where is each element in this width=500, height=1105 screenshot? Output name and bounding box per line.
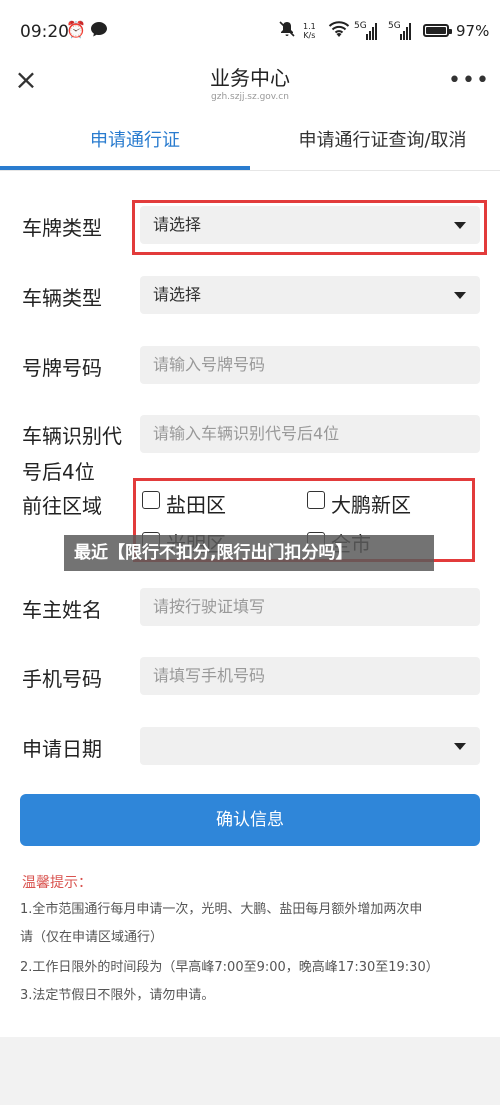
tab-bar: 申请通行证 申请通行证查询/取消 — [0, 112, 500, 171]
vehicle-type-label: 车辆类型 — [22, 286, 102, 310]
battery-icon — [423, 24, 452, 37]
app-header: × 业务中心 gzh.szjj.sz.gov.cn ••• — [0, 60, 500, 112]
confirm-button[interactable]: 确认信息 — [20, 794, 480, 846]
phone-input[interactable]: 请填写手机号码 — [140, 657, 480, 695]
vin-input[interactable]: 请输入车辆识别代号后4位 — [140, 415, 480, 453]
owner-name-label: 车主姓名 — [22, 598, 102, 622]
vehicle-type-select[interactable]: 请选择 — [140, 276, 480, 314]
more-icon[interactable]: ••• — [448, 68, 490, 93]
page-title: 业务中心 — [210, 66, 290, 90]
signal-icon — [400, 22, 412, 40]
battery-percent: 97% — [456, 22, 490, 40]
signal-icon — [366, 22, 378, 40]
notice-line-1b: 请（仅在申请区域通行） — [20, 930, 164, 945]
destination-label: 前往区域 — [22, 494, 102, 518]
apply-date-label: 申请日期 — [22, 737, 102, 761]
wifi-icon — [328, 21, 350, 42]
status-time: 09:20 — [20, 22, 69, 42]
alarm-icon: ⏰ — [66, 20, 86, 39]
chevron-down-icon — [454, 743, 466, 750]
notice-line-3: 3.法定节假日不限外，请勿申请。 — [20, 988, 215, 1003]
chevron-down-icon — [454, 292, 466, 299]
active-tab-indicator — [0, 166, 250, 170]
status-bar: 09:20 ⏰ 1.1 K/s 5G 5G 97% — [0, 0, 500, 60]
notice-title: 温馨提示： — [22, 875, 92, 891]
owner-name-input[interactable]: 请按行驶证填写 — [140, 588, 480, 626]
message-icon — [90, 20, 108, 42]
tab-query-cancel[interactable]: 申请通行证查询/取消 — [250, 112, 500, 170]
apply-date-select[interactable] — [140, 727, 480, 765]
plate-number-input[interactable]: 请输入号牌号码 — [140, 346, 480, 384]
tab-apply-pass[interactable]: 申请通行证 — [0, 112, 270, 170]
highlight-box-plate-type — [132, 200, 487, 255]
overlay-banner[interactable]: 最近【限行不扣分,限行出门扣分吗】 — [64, 535, 434, 571]
plate-number-label: 号牌号码 — [22, 356, 102, 380]
phone-label: 手机号码 — [22, 667, 102, 691]
page-url: gzh.szjj.sz.gov.cn — [211, 92, 289, 102]
notice-line-2: 2.工作日限外的时间段为（早高峰7:00至9:00，晚高峰17:30至19:30… — [20, 960, 439, 975]
sim2-type: 5G — [388, 21, 401, 31]
sim1-type: 5G — [354, 21, 367, 31]
vin-label-line1: 车辆识别代 — [22, 424, 122, 448]
vin-label-line2: 号后4位 — [22, 460, 95, 484]
network-speed: 1.1 K/s — [303, 22, 316, 40]
notice-line-1a: 1.全市范围通行每月申请一次，光明、大鹏、盐田每月额外增加两次申 — [20, 902, 423, 917]
mute-icon — [278, 20, 296, 42]
plate-type-label: 车牌类型 — [22, 216, 102, 240]
